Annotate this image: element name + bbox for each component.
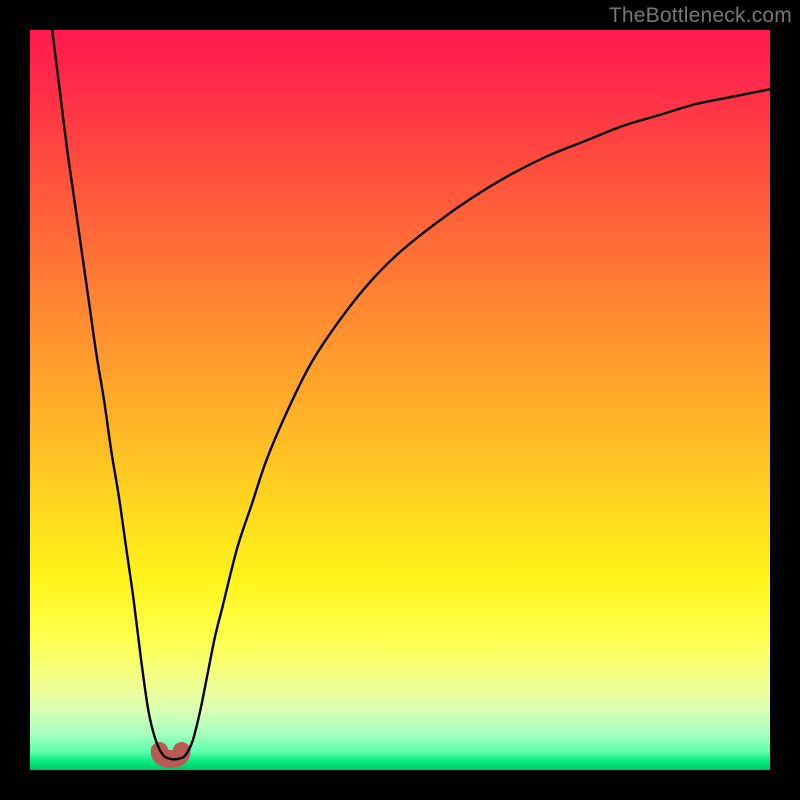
bottleneck-curve [52, 30, 770, 759]
curve-layer [30, 30, 770, 770]
chart-frame: TheBottleneck.com [0, 0, 800, 800]
watermark-text: TheBottleneck.com [609, 4, 792, 28]
plot-area [30, 30, 770, 770]
